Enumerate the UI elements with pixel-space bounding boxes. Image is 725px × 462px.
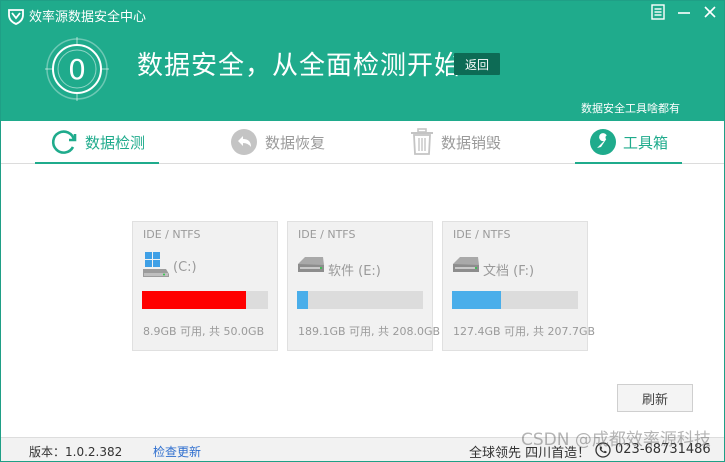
drive-capacity: 8.9GB 可用, 共 50.0GB — [143, 325, 265, 338]
tab-toolbox[interactable]: 工具箱 — [575, 121, 683, 164]
drive-usage-bar — [142, 291, 268, 309]
drive-usage-fill — [297, 291, 309, 309]
tab-label: 数据检测 — [85, 133, 146, 152]
drive-name: 文档 (F:) — [483, 264, 535, 279]
window-controls — [650, 4, 718, 20]
drive-capacity: 189.1GB 可用, 共 208.0GB — [298, 325, 441, 338]
drive-card-e[interactable]: IDE / NTFS 软件 (E:) 189.1GB 可用, 共 208.0GB — [287, 221, 440, 351]
drive-card-c[interactable]: IDE / NTFS (C:) 8.9GB 可用, 共 50.0GB — [132, 221, 278, 351]
header: 效率源数据安全中心 0 数据安全，从全面检测开始 返回 数据安全工具啥都有 — [1, 1, 724, 121]
headline: 数据安全，从全面检测开始 — [137, 51, 462, 81]
tab-label: 工具箱 — [623, 133, 669, 152]
tab-underline — [35, 162, 160, 164]
version-label: 版本：1.0.2.382 — [29, 445, 123, 459]
wrench-icon — [590, 129, 616, 155]
drive-filesystem: IDE / NTFS — [453, 228, 511, 241]
drive-filesystem: IDE / NTFS — [143, 228, 201, 241]
tools-link[interactable]: 数据安全工具啥都有 — [581, 100, 680, 116]
refresh-button[interactable]: 刷新 — [617, 384, 693, 412]
windows-drive-icon — [143, 252, 169, 277]
check-update-link[interactable]: 检查更新 — [153, 443, 201, 460]
drive-name: (C:) — [173, 260, 197, 275]
watermark: CSDN @成都效率源科技 — [521, 430, 711, 450]
tab-data-recovery[interactable]: 数据恢复 — [229, 121, 325, 163]
tab-underline — [575, 162, 683, 164]
drive-name: 软件 (E:) — [328, 264, 381, 279]
security-score-value: 0 — [68, 53, 86, 86]
drive-capacity: 127.4GB 可用, 共 207.7GB — [453, 325, 596, 338]
drive-filesystem: IDE / NTFS — [298, 228, 356, 241]
tab-data-destruction[interactable]: 数据销毁 — [409, 121, 501, 163]
back-button[interactable]: 返回 — [454, 53, 500, 75]
app-window: 效率源数据安全中心 0 数据安全，从全面检测开始 返回 数据安全工具啥都有 数据… — [0, 0, 725, 462]
drive-usage-bar — [452, 291, 578, 309]
drive-usage-fill — [452, 291, 501, 309]
trash-icon — [411, 128, 433, 155]
window-title: 效率源数据安全中心 — [29, 10, 147, 25]
drive-card-f[interactable]: IDE / NTFS 文档 (F:) 127.4GB 可用, 共 207.7GB — [442, 221, 595, 351]
close-icon[interactable] — [702, 4, 718, 20]
refresh-circle-icon — [51, 130, 77, 154]
menu-icon[interactable] — [650, 4, 666, 20]
minimize-icon[interactable] — [676, 4, 692, 20]
app-logo-icon — [8, 9, 24, 25]
undo-arrow-icon — [231, 129, 257, 155]
tab-data-detection[interactable]: 数据检测 — [35, 121, 160, 164]
tab-bar: 数据检测 数据恢复 数据销毁 工具箱 — [1, 121, 724, 164]
tab-label: 数据销毁 — [441, 133, 502, 152]
hard-drive-icon — [453, 257, 479, 272]
hard-drive-icon — [298, 257, 324, 272]
security-score-dial: 0 — [45, 37, 109, 101]
tab-label: 数据恢复 — [265, 133, 326, 152]
drive-usage-fill — [142, 291, 246, 309]
drive-usage-bar — [297, 291, 423, 309]
